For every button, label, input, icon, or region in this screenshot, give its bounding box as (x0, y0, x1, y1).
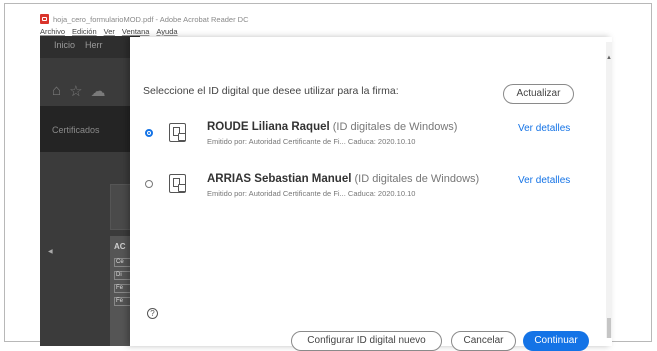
id-radio-roude[interactable] (145, 129, 153, 137)
certificate-icon (169, 174, 186, 193)
acrobat-pdf-icon (40, 14, 49, 24)
id-issuer-info: Emitido por: Autoridad Certificante de F… (207, 189, 416, 198)
dialog-prompt: Seleccione el ID digital que desee utili… (143, 85, 399, 97)
app-toolbar-icons: ⌂ ☆ ☁ (52, 82, 106, 100)
menu-ver[interactable]: Ver (104, 27, 115, 36)
app-nav-tabs: Inicio Herr (54, 40, 103, 50)
scroll-up-icon[interactable]: ▲ (606, 55, 612, 61)
id-radio-arrias[interactable] (145, 180, 153, 188)
view-details-link-arrias[interactable]: Ver detalles (518, 175, 570, 186)
collapse-arrow-icon[interactable]: ◀ (48, 248, 53, 255)
scrollbar[interactable] (606, 42, 612, 338)
menu-ventana[interactable]: Ventana (122, 27, 150, 36)
tab-herramientas[interactable]: Herr (85, 40, 103, 50)
menu-bar: Archivo Edición Ver Ventana Ayuda (40, 27, 178, 36)
star-icon[interactable]: ☆ (69, 82, 82, 100)
id-holder-name: ROUDE Liliana Raquel (207, 121, 330, 133)
refresh-button[interactable]: Actualizar (503, 84, 574, 104)
id-holder-name: ARRIAS Sebastian Manuel (207, 173, 352, 185)
tab-inicio[interactable]: Inicio (54, 40, 75, 50)
view-details-link-roude[interactable]: Ver detalles (518, 123, 570, 134)
configure-new-id-button[interactable]: Configurar ID digital nuevo (291, 331, 442, 351)
certificate-icon (169, 123, 186, 142)
id-issuer-info: Emitido por: Autoridad Certificante de F… (207, 137, 416, 146)
id-name-roude[interactable]: ROUDE Liliana Raquel (ID digitales de Wi… (207, 121, 457, 133)
window-title-bar: hoja_cero_formularioMOD.pdf - Adobe Acro… (40, 14, 249, 24)
field-list-label: AC (114, 242, 126, 251)
certificates-panel-label: Certificados (52, 125, 100, 135)
window-title: hoja_cero_formularioMOD.pdf - Adobe Acro… (53, 14, 249, 24)
cloud-icon[interactable]: ☁ (91, 82, 106, 100)
id-type: (ID digitales de Windows) (332, 121, 458, 133)
menu-ayuda[interactable]: Ayuda (156, 27, 177, 36)
help-icon[interactable]: ? (147, 308, 158, 319)
home-icon[interactable]: ⌂ (52, 82, 61, 100)
scrollbar-thumb[interactable] (607, 318, 611, 338)
id-name-arrias[interactable]: ARRIAS Sebastian Manuel (ID digitales de… (207, 173, 479, 185)
menu-edicion[interactable]: Edición (72, 27, 97, 36)
continue-button[interactable]: Continuar (523, 331, 589, 351)
cancel-button[interactable]: Cancelar (451, 331, 516, 351)
id-type: (ID digitales de Windows) (354, 173, 480, 185)
menu-archivo[interactable]: Archivo (40, 27, 65, 36)
